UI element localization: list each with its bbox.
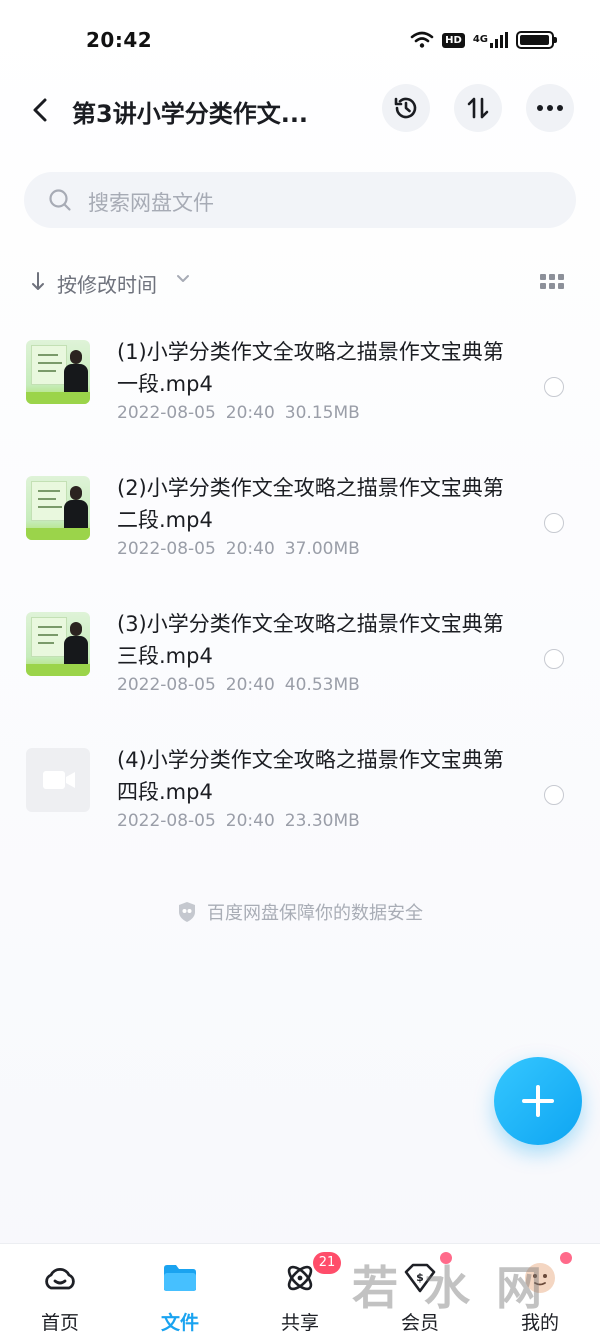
- file-name: (4)小学分类作文全攻略之描景作文宝典第四段.mp4: [117, 748, 504, 804]
- tab-label: 共享: [280, 1312, 319, 1333]
- network-type: 4G: [472, 34, 488, 45]
- add-button[interactable]: [494, 1057, 582, 1145]
- battery-icon: [516, 31, 557, 49]
- sort-button[interactable]: [454, 84, 502, 132]
- watermark: 若水网: [352, 1261, 568, 1315]
- file-item[interactable]: (3)小学分类作文全攻略之描景作文宝典第三段.mp4 2022-08-05 20:…: [0, 596, 600, 716]
- select-checkbox[interactable]: [544, 513, 564, 533]
- grid-view-icon[interactable]: [540, 274, 564, 290]
- header: 第3讲小学分类作文...: [0, 80, 600, 140]
- tab-share[interactable]: 21 共享: [240, 1244, 360, 1333]
- status-icons: HD 4G: [410, 28, 557, 52]
- video-thumbnail: [26, 340, 90, 404]
- folder-icon: [162, 1260, 198, 1296]
- tab-label: 首页: [40, 1312, 79, 1333]
- file-date: 2022-08-05: [117, 811, 216, 831]
- search-input[interactable]: 搜索网盘文件: [24, 172, 576, 228]
- file-name: (1)小学分类作文全攻略之描景作文宝典第一段.mp4: [117, 340, 504, 396]
- search-placeholder: 搜索网盘文件: [88, 191, 214, 215]
- file-time: 20:40: [225, 675, 275, 695]
- file-date: 2022-08-05: [117, 403, 216, 423]
- tab-home[interactable]: 首页: [0, 1244, 120, 1333]
- signal-icon: [490, 32, 508, 48]
- search-icon: [49, 189, 71, 211]
- arrow-down-icon: [32, 272, 44, 290]
- notification-badge: 21: [313, 1252, 341, 1274]
- file-meta: 2022-08-05 20:40 23.30MB: [117, 811, 370, 831]
- video-thumbnail: [26, 612, 90, 676]
- file-size: 30.15MB: [284, 403, 360, 423]
- status-bar: 20:42 HD 4G: [0, 0, 600, 80]
- file-item[interactable]: (1)小学分类作文全攻略之描景作文宝典第一段.mp4 2022-08-05 20:…: [0, 324, 600, 444]
- video-placeholder: [26, 748, 90, 812]
- status-time: 20:42: [86, 28, 153, 52]
- file-name: (3)小学分类作文全攻略之描景作文宝典第三段.mp4: [117, 612, 504, 668]
- back-button[interactable]: [22, 92, 58, 128]
- video-thumbnail: [26, 476, 90, 540]
- file-meta: 2022-08-05 20:40 40.53MB: [117, 675, 370, 695]
- app-screen: 20:42 HD 4G 第3讲小学分类作文... 搜索网盘文件 按修改时间 (1…: [0, 0, 600, 1333]
- more-icon: [537, 105, 563, 111]
- file-meta: 2022-08-05 20:40 30.15MB: [117, 403, 370, 423]
- video-camera-icon: [43, 771, 75, 789]
- sort-bar: 按修改时间: [0, 262, 600, 302]
- battery-level: [520, 35, 549, 45]
- file-name: (2)小学分类作文全攻略之描景作文宝典第二段.mp4: [117, 476, 504, 532]
- file-item[interactable]: (4)小学分类作文全攻略之描景作文宝典第四段.mp4 2022-08-05 20:…: [0, 732, 600, 852]
- plus-icon: [522, 1085, 554, 1117]
- security-text: 百度网盘保障你的数据安全: [207, 903, 423, 924]
- file-date: 2022-08-05: [117, 675, 216, 695]
- history-button[interactable]: [382, 84, 430, 132]
- wifi-icon: [410, 31, 434, 48]
- sort-option-button[interactable]: 按修改时间: [57, 269, 157, 298]
- file-size: 37.00MB: [284, 539, 360, 559]
- chevron-down-icon[interactable]: [176, 274, 190, 284]
- file-time: 20:40: [225, 403, 275, 423]
- more-button[interactable]: [526, 84, 574, 132]
- file-date: 2022-08-05: [117, 539, 216, 559]
- file-time: 20:40: [225, 811, 275, 831]
- file-meta: 2022-08-05 20:40 37.00MB: [117, 539, 370, 559]
- tab-files[interactable]: 文件: [120, 1244, 240, 1333]
- file-size: 40.53MB: [284, 675, 360, 695]
- select-checkbox[interactable]: [544, 649, 564, 669]
- hd-badge: HD: [442, 32, 465, 48]
- select-checkbox[interactable]: [544, 377, 564, 397]
- file-time: 20:40: [225, 539, 275, 559]
- tab-label: 文件: [160, 1312, 199, 1333]
- security-note: 百度网盘保障你的数据安全: [0, 898, 600, 926]
- file-size: 23.30MB: [284, 811, 360, 831]
- file-item[interactable]: (2)小学分类作文全攻略之描景作文宝典第二段.mp4 2022-08-05 20:…: [0, 460, 600, 580]
- history-icon: [394, 97, 417, 119]
- select-checkbox[interactable]: [544, 785, 564, 805]
- shield-icon: [179, 902, 195, 922]
- page-title: 第3讲小学分类作文...: [72, 100, 309, 128]
- sort-icon: [467, 97, 489, 119]
- chevron-left-icon: [33, 98, 47, 122]
- home-cloud-icon: [42, 1260, 78, 1296]
